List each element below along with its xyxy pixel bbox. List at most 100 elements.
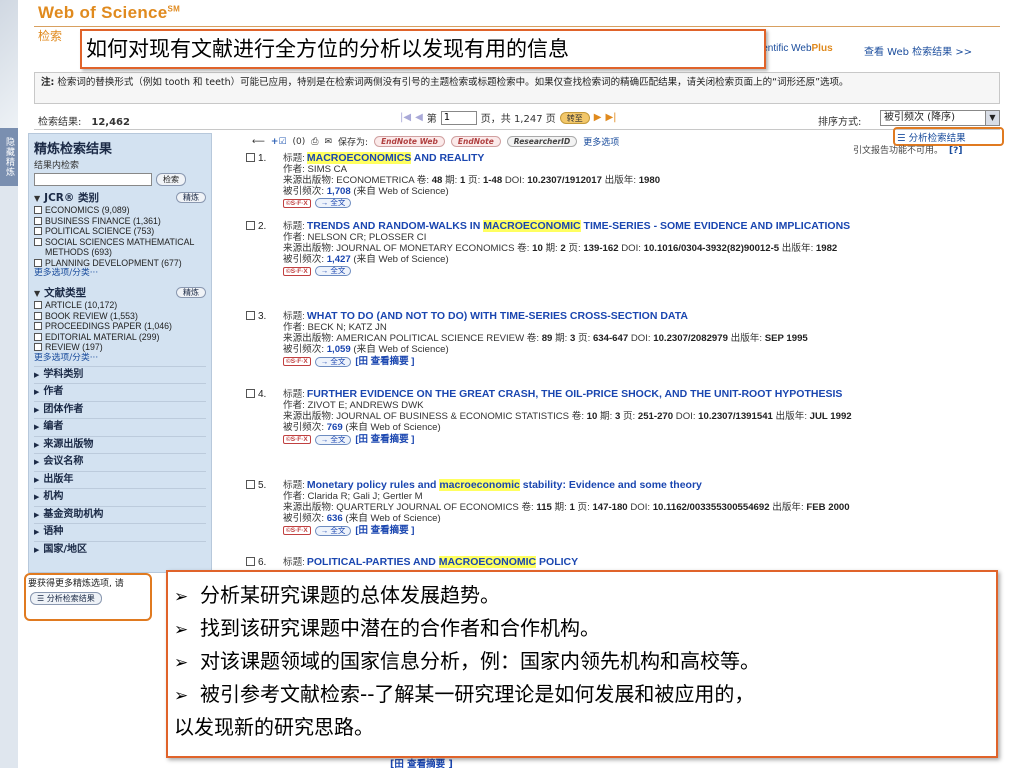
doctype-item[interactable]: PROCEEDINGS PAPER (1,046) bbox=[34, 321, 206, 332]
checkbox[interactable] bbox=[34, 343, 42, 351]
record-checkbox[interactable] bbox=[246, 153, 255, 162]
hide-refine-tab[interactable]: 隐藏精炼 bbox=[0, 128, 18, 186]
cited-count-link[interactable]: 1,059 bbox=[327, 344, 351, 355]
cited-count-link[interactable]: 636 bbox=[327, 513, 343, 524]
last-page-icon[interactable]: ▶| bbox=[605, 112, 616, 123]
overlay-title: 如何对现有文献进行全方位的分析以发现有用的信息 bbox=[80, 29, 766, 69]
jcr-more-link[interactable]: 更多选项/分类··· bbox=[34, 268, 206, 279]
sfx-button[interactable]: ©S·F·X bbox=[283, 357, 311, 366]
refine-category[interactable]: ▶ 编者 bbox=[34, 418, 206, 436]
refine-category[interactable]: ▶ 学科类别 bbox=[34, 365, 206, 384]
jcr-item[interactable]: ECONOMICS (9,089) bbox=[34, 205, 206, 216]
sfx-button[interactable]: ©S·F·X bbox=[283, 526, 311, 535]
sfx-button[interactable]: ©S·F·X bbox=[283, 266, 311, 276]
refine-category[interactable]: ▶ 出版年 bbox=[34, 470, 206, 489]
source-source-prefix: 来源出版物: JOURNAL OF BUSINESS & ECONOMIC ST… bbox=[283, 411, 587, 422]
save-to-label: 保存为: bbox=[338, 138, 369, 148]
doctype-item[interactable]: BOOK REVIEW (1,553) bbox=[34, 311, 206, 322]
doctype-item[interactable]: REVIEW (197) bbox=[34, 342, 206, 353]
sort-label: 排序方式: bbox=[818, 117, 862, 128]
cited-count-link[interactable]: 769 bbox=[327, 422, 343, 433]
doctype-item[interactable]: ARTICLE (10,172) bbox=[34, 300, 206, 311]
record-title[interactable]: 标题: WHAT TO DO (AND NOT TO DO) WITH TIME-… bbox=[283, 311, 1004, 323]
search-within-input[interactable] bbox=[34, 173, 152, 186]
sort-select[interactable]: 被引频次 (降序) ▼ bbox=[880, 110, 1000, 126]
fulltext-button[interactable]: → 全文 bbox=[314, 198, 352, 208]
jcr-item[interactable]: POLITICAL SCIENCE (753) bbox=[34, 226, 206, 237]
fulltext-button[interactable]: → 全文 bbox=[314, 434, 352, 445]
record-times-cited: 被引频次: 1,708 (来自 Web of Science) bbox=[283, 186, 1004, 197]
refine-category[interactable]: ▶ 国家/地区 bbox=[34, 540, 206, 559]
refine-category[interactable]: ▶ 会议名称 bbox=[34, 453, 206, 471]
refine-category[interactable]: ▶ 基金资助机构 bbox=[34, 505, 206, 524]
more-options-link[interactable]: 更多选项 bbox=[583, 135, 619, 148]
sfx-button[interactable]: ©S·F·X bbox=[283, 435, 311, 444]
prev-page-icon[interactable]: ◀ bbox=[415, 112, 423, 123]
jcr-item[interactable]: SOCIAL SCIENCES MATHEMATICAL METHODS (69… bbox=[34, 237, 206, 258]
checkbox[interactable] bbox=[34, 258, 42, 267]
refine-category[interactable]: ▶ 来源出版物 bbox=[34, 435, 206, 454]
record-checkbox[interactable] bbox=[246, 311, 255, 320]
record-title[interactable]: 标题: POLITICAL-PARTIES AND MACROECONOMIC P… bbox=[283, 556, 1004, 568]
cited-count-link[interactable]: 1,708 bbox=[327, 186, 351, 197]
view-abstract-link[interactable]: [田 查看摘要 ] bbox=[355, 434, 414, 445]
view-abstract-link[interactable]: [田 查看摘要 ] bbox=[355, 356, 414, 367]
marked-list-icon[interactable]: +☑ bbox=[271, 137, 287, 147]
checkbox[interactable] bbox=[34, 237, 42, 246]
endnote-web-button[interactable]: EndNote Web bbox=[374, 136, 445, 147]
sfx-button[interactable]: ©S·F·X bbox=[283, 198, 311, 208]
refine-category[interactable]: ▶ 机构 bbox=[34, 488, 206, 506]
record-checkbox[interactable] bbox=[246, 221, 255, 230]
checkbox[interactable] bbox=[34, 311, 42, 320]
tab-search[interactable]: 检索 bbox=[38, 27, 62, 44]
refine-category-label: 机构 bbox=[43, 491, 64, 502]
back-arrow-icon[interactable]: ⟵ bbox=[252, 137, 265, 147]
record-links: ©S·F·X → 全文 bbox=[283, 266, 1004, 276]
refine-category[interactable]: ▶ 语种 bbox=[34, 523, 206, 541]
source-doi: 10.2307/1912017 bbox=[527, 175, 602, 186]
jcr-item[interactable]: BUSINESS FINANCE (1,361) bbox=[34, 216, 206, 227]
title-text: POLITICAL-PARTIES AND bbox=[306, 556, 439, 568]
print-icon[interactable]: ⎙ bbox=[311, 137, 318, 147]
refine-category-label: 国家/地区 bbox=[43, 543, 88, 555]
doctype-refine-button[interactable]: 精炼 bbox=[176, 287, 206, 298]
go-button[interactable]: 转至 bbox=[559, 111, 590, 124]
search-term-highlight: MACROECONOMIC bbox=[438, 556, 537, 568]
record-times-cited: 被引频次: 1,059 (来自 Web of Science) bbox=[283, 344, 1004, 355]
jcr-refine-button[interactable]: 精炼 bbox=[176, 192, 206, 203]
checkbox[interactable] bbox=[34, 322, 42, 330]
record-title[interactable]: 标题: TRENDS AND RANDOM-WALKS IN MACROECONO… bbox=[283, 220, 1004, 232]
source-issue: 3 bbox=[570, 333, 576, 344]
page-input[interactable] bbox=[440, 110, 477, 125]
refine-category[interactable]: ▶ 作者 bbox=[34, 383, 206, 401]
view-abstract-link[interactable]: [田 查看摘要 ] bbox=[355, 525, 414, 536]
record-title[interactable]: 标题: MACROECONOMICS AND REALITY bbox=[283, 152, 1004, 164]
first-page-icon[interactable]: |◀ bbox=[400, 112, 411, 123]
checkbox[interactable] bbox=[34, 216, 42, 225]
checkbox[interactable] bbox=[34, 206, 42, 214]
doctype-item[interactable]: EDITORIAL MATERIAL (299) bbox=[34, 332, 206, 343]
jcr-item[interactable]: PLANNING DEVELOPMENT (677) bbox=[34, 258, 206, 269]
source-year: JUL 1992 bbox=[809, 411, 852, 422]
endnote-button[interactable]: EndNote bbox=[450, 136, 501, 147]
record-checkbox[interactable] bbox=[246, 480, 255, 489]
record-checkbox[interactable] bbox=[246, 389, 255, 398]
fulltext-button[interactable]: → 全文 bbox=[314, 525, 352, 536]
cited-count-link[interactable]: 1,427 bbox=[327, 254, 351, 265]
fulltext-button[interactable]: → 全文 bbox=[314, 356, 352, 367]
checkbox[interactable] bbox=[34, 301, 42, 309]
researcherid-button[interactable]: ResearcherID bbox=[506, 136, 578, 147]
refine-category[interactable]: ▶ 团体作者 bbox=[34, 400, 206, 419]
record-title[interactable]: 标题: Monetary policy rules and macroeconom… bbox=[283, 479, 1004, 491]
doctype-more-link[interactable]: 更多选项/分类··· bbox=[34, 353, 206, 364]
notice-bar: 注: 检索词的替换形式（例如 tooth 和 teeth）可能已应用，特别是在检… bbox=[34, 72, 1000, 104]
email-icon[interactable]: ✉ bbox=[324, 137, 332, 147]
search-within-button[interactable]: 检索 bbox=[156, 173, 186, 186]
fulltext-button[interactable]: → 全文 bbox=[314, 266, 352, 276]
webplus-link[interactable]: 查看 Web 检索结果 >> bbox=[864, 43, 972, 58]
record-checkbox[interactable] bbox=[246, 557, 255, 566]
record-title[interactable]: 标题: FURTHER EVIDENCE ON THE GREAT CRASH, … bbox=[283, 389, 1004, 401]
checkbox[interactable] bbox=[34, 227, 42, 235]
next-page-icon[interactable]: ▶ bbox=[594, 112, 602, 123]
checkbox[interactable] bbox=[34, 332, 42, 341]
